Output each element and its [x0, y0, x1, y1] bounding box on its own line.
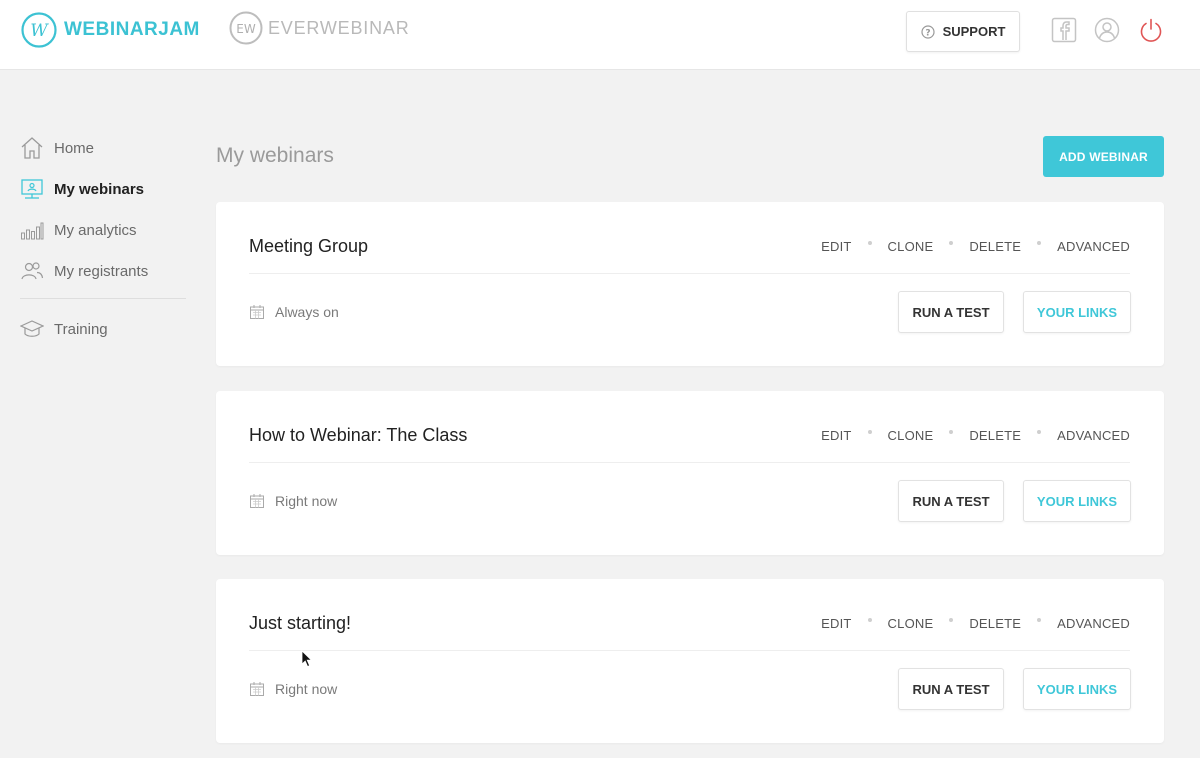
webinar-title[interactable]: How to Webinar: The Class: [249, 425, 467, 446]
sidebar-item-training[interactable]: Training: [20, 315, 186, 343]
card-divider: [249, 650, 1130, 651]
webinar-title[interactable]: Meeting Group: [249, 236, 368, 257]
your-links-button[interactable]: YOUR LINKS: [1023, 668, 1131, 710]
calendar-icon: [250, 305, 264, 319]
separator-dot: [867, 240, 872, 245]
webinar-actions: EDIT CLONE DELETE ADVANCED: [821, 428, 1130, 443]
everwebinar-logo-icon: EW: [229, 11, 263, 45]
run-test-button[interactable]: RUN A TEST: [898, 480, 1004, 522]
webinar-actions: EDIT CLONE DELETE ADVANCED: [821, 239, 1130, 254]
edit-link[interactable]: EDIT: [821, 428, 851, 443]
everwebinar-wordmark: EVERWEBINAR: [268, 17, 410, 38]
power-icon[interactable]: [1138, 17, 1164, 43]
clone-link[interactable]: CLONE: [888, 616, 934, 631]
top-header: W WEBINARJAM EW EVERWEBINAR ? SUPPORT: [0, 0, 1200, 70]
webinar-card: Meeting Group EDIT CLONE DELETE ADVANCED…: [216, 202, 1164, 366]
webinar-schedule: Right now: [249, 493, 337, 509]
edit-link[interactable]: EDIT: [821, 616, 851, 631]
calendar-icon: [250, 494, 264, 508]
sidebar-item-label: Training: [54, 320, 108, 338]
card-divider: [249, 462, 1130, 463]
sidebar-item-home[interactable]: Home: [20, 134, 186, 162]
webinarjam-wordmark: WEBINARJAM: [64, 19, 200, 40]
bar-chart-icon: [20, 218, 44, 242]
webinarjam-logo-icon: W: [21, 12, 57, 48]
advanced-link[interactable]: ADVANCED: [1057, 616, 1130, 631]
separator-dot: [1037, 240, 1042, 245]
run-test-button[interactable]: RUN A TEST: [898, 668, 1004, 710]
run-test-button[interactable]: RUN A TEST: [898, 291, 1004, 333]
page-title: My webinars: [216, 144, 334, 167]
sidebar-item-my-registrants[interactable]: My registrants: [20, 257, 186, 285]
sidebar-item-my-analytics[interactable]: My analytics: [20, 216, 186, 244]
separator-dot: [1037, 617, 1042, 622]
webinar-card: How to Webinar: The Class EDIT CLONE DEL…: [216, 391, 1164, 555]
user-icon[interactable]: [1094, 17, 1120, 43]
card-divider: [249, 273, 1130, 274]
question-icon: ?: [920, 24, 935, 39]
support-button[interactable]: ? SUPPORT: [906, 11, 1020, 52]
monitor-icon: [20, 177, 44, 201]
separator-dot: [949, 429, 954, 434]
schedule-text: Right now: [275, 681, 338, 697]
your-links-button[interactable]: YOUR LINKS: [1023, 480, 1131, 522]
add-webinar-button[interactable]: ADD WEBINAR: [1043, 136, 1164, 177]
sidebar-item-label: My registrants: [54, 262, 149, 280]
home-icon: [20, 136, 44, 160]
separator-dot: [949, 617, 954, 622]
everwebinar-logo[interactable]: EW EVERWEBINAR: [228, 10, 410, 46]
delete-link[interactable]: DELETE: [969, 428, 1021, 443]
webinar-schedule: Always on: [249, 304, 339, 320]
sidebar-divider: [20, 298, 186, 299]
schedule-text: Right now: [275, 493, 338, 509]
schedule-text: Always on: [275, 304, 339, 320]
delete-link[interactable]: DELETE: [969, 239, 1021, 254]
edit-link[interactable]: EDIT: [821, 239, 851, 254]
clone-link[interactable]: CLONE: [888, 239, 934, 254]
calendar-icon: [250, 682, 264, 696]
svg-text:W: W: [30, 21, 49, 41]
advanced-link[interactable]: ADVANCED: [1057, 428, 1130, 443]
clone-link[interactable]: CLONE: [888, 428, 934, 443]
separator-dot: [1037, 429, 1042, 434]
webinar-actions: EDIT CLONE DELETE ADVANCED: [821, 616, 1130, 631]
graduation-cap-icon: [20, 317, 44, 341]
users-icon: [20, 259, 44, 283]
mouse-cursor-icon: [301, 650, 313, 668]
webinar-title[interactable]: Just starting!: [249, 613, 351, 634]
advanced-link[interactable]: ADVANCED: [1057, 239, 1130, 254]
your-links-button[interactable]: YOUR LINKS: [1023, 291, 1131, 333]
separator-dot: [867, 429, 872, 434]
svg-text:EW: EW: [236, 22, 256, 36]
support-label: SUPPORT: [942, 24, 1006, 39]
sidebar-item-my-webinars[interactable]: My webinars: [20, 175, 186, 203]
separator-dot: [949, 240, 954, 245]
separator-dot: [867, 617, 872, 622]
sidebar-item-label: My analytics: [54, 221, 137, 239]
svg-text:?: ?: [925, 28, 930, 38]
sidebar-item-label: My webinars: [54, 180, 145, 198]
webinarjam-logo[interactable]: W WEBINARJAM: [20, 10, 200, 50]
webinar-card: Just starting! EDIT CLONE DELETE ADVANCE…: [216, 579, 1164, 743]
facebook-icon[interactable]: [1051, 17, 1077, 43]
delete-link[interactable]: DELETE: [969, 616, 1021, 631]
sidebar-item-label: Home: [54, 139, 95, 157]
webinar-schedule: Right now: [249, 681, 337, 697]
sidebar-nav: Home My webinars My analytics My registr…: [20, 134, 186, 356]
